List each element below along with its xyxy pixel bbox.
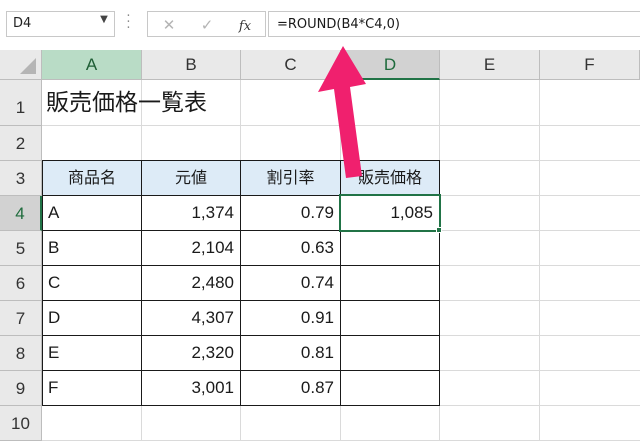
table-cell-rate[interactable]: 0.79	[240, 195, 341, 231]
function-icon[interactable]: fx	[232, 15, 258, 35]
cancel-icon[interactable]: ✕	[156, 15, 182, 35]
table-cell-sale[interactable]	[340, 230, 440, 266]
table-cell-name[interactable]: E	[42, 335, 142, 371]
column-header-e[interactable]: E	[440, 50, 540, 80]
column-header-f[interactable]: F	[540, 50, 640, 80]
table-cell-sale[interactable]	[340, 370, 440, 406]
table-cell-name[interactable]: B	[42, 230, 142, 266]
row-header-6[interactable]: 6	[0, 266, 42, 301]
table-cell-rate[interactable]: 0.74	[240, 265, 341, 301]
column-header-c[interactable]: C	[241, 50, 341, 80]
table-cell-price[interactable]: 3,001	[141, 370, 241, 406]
column-header-b[interactable]: B	[142, 50, 241, 80]
formula-text: =ROUND(B4*C4,0)	[277, 17, 400, 32]
gridline	[539, 80, 540, 441]
name-box-value: D4	[13, 16, 32, 31]
table-cell-name[interactable]: A	[42, 195, 142, 231]
row-header-1[interactable]: 1	[0, 80, 42, 126]
table-cell-price[interactable]: 1,374	[141, 195, 241, 231]
table-cell-rate[interactable]: 0.87	[240, 370, 341, 406]
row-header-8[interactable]: 8	[0, 336, 42, 371]
table-cell-price[interactable]: 2,480	[141, 265, 241, 301]
table-cell-price[interactable]: 4,307	[141, 300, 241, 336]
sheet-title[interactable]: 販売価格一覧表	[46, 84, 207, 122]
table-cell-rate[interactable]: 0.81	[240, 335, 341, 371]
table-cell-price[interactable]: 2,104	[141, 230, 241, 266]
table-cell-price[interactable]: 2,320	[141, 335, 241, 371]
table-cell-name[interactable]: C	[42, 265, 142, 301]
select-all-icon[interactable]	[20, 58, 36, 74]
row-header-3[interactable]: 3	[0, 161, 42, 196]
row-header-7[interactable]: 7	[0, 301, 42, 336]
more-dots-icon[interactable]: · · ·	[123, 10, 133, 35]
table-cell-rate[interactable]: 0.63	[240, 230, 341, 266]
column-header-a[interactable]: A	[42, 50, 142, 80]
table-header-name[interactable]: 商品名	[42, 160, 142, 196]
table-header-sale[interactable]: 販売価格	[340, 160, 440, 196]
column-header-d[interactable]: D	[341, 50, 440, 80]
row-header-4[interactable]: 4	[0, 196, 42, 231]
table-cell-sale[interactable]	[340, 300, 440, 336]
row-header-2[interactable]: 2	[0, 126, 42, 161]
table-cell-name[interactable]: D	[42, 300, 142, 336]
formula-buttons: ✕ ✓ fx	[147, 11, 266, 37]
table-cell-sale[interactable]	[340, 265, 440, 301]
table-header-rate[interactable]: 割引率	[240, 160, 341, 196]
formula-input[interactable]: =ROUND(B4*C4,0)	[268, 11, 640, 37]
table-header-price[interactable]: 元値	[141, 160, 241, 196]
insert-function-label: fx	[238, 19, 252, 34]
table-cell-rate[interactable]: 0.91	[240, 300, 341, 336]
fill-handle[interactable]	[436, 227, 442, 233]
enter-icon[interactable]: ✓	[194, 15, 220, 35]
table-cell-sale[interactable]	[340, 335, 440, 371]
table-cell-name[interactable]: F	[42, 370, 142, 406]
row-header-10[interactable]: 10	[0, 406, 42, 441]
gridline	[42, 125, 640, 126]
row-header-9[interactable]: 9	[0, 371, 42, 406]
dropdown-icon[interactable]: ▼	[96, 14, 112, 25]
row-header-5[interactable]: 5	[0, 231, 42, 266]
active-cell-selection[interactable]	[339, 194, 441, 232]
